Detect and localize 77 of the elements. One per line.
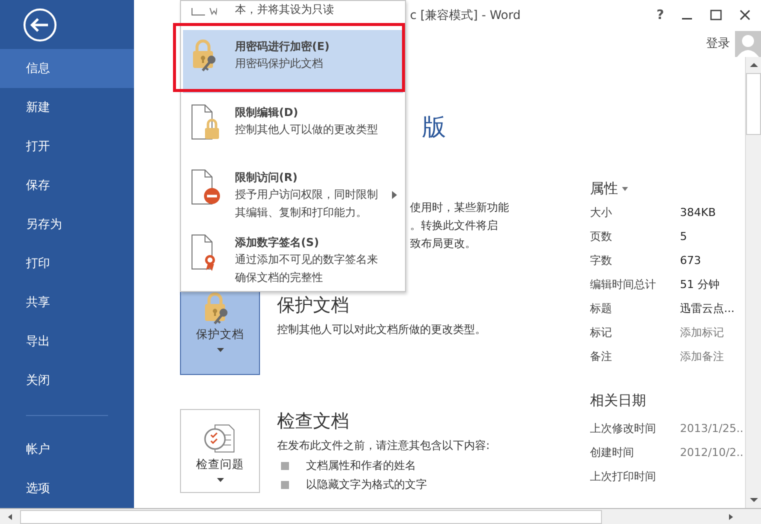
section-title: 保护文档 <box>277 294 350 317</box>
scroll-up-icon <box>748 61 758 69</box>
property-label: 标记 <box>590 324 613 340</box>
vertical-scrollbar[interactable] <box>745 57 761 508</box>
property-value: 384KB <box>680 206 716 218</box>
bullet-icon <box>281 480 289 488</box>
property-input[interactable]: 添加备注 <box>680 348 724 364</box>
property-label: 上次修改时间 <box>590 420 657 436</box>
menu-item-description: 授予用户访问权限，同时限制 <box>235 187 378 203</box>
sign-in-link[interactable]: 登录 <box>706 35 730 52</box>
sidebar-item[interactable]: 帐户 <box>0 430 134 469</box>
property-label: 备注 <box>590 348 613 364</box>
property-label: 上次打印时间 <box>590 468 657 484</box>
sidebar-item[interactable]: 另存为 <box>0 205 134 244</box>
property-input[interactable]: 添加标记 <box>680 324 724 340</box>
sidebar-item[interactable]: 导出 <box>0 322 134 362</box>
description-text: 致布局更改。 <box>410 236 477 252</box>
dropdown-caret-icon <box>216 348 224 352</box>
property-value: 51 分钟 <box>680 276 720 292</box>
property-label: 页数 <box>590 228 613 244</box>
sidebar-item[interactable]: 信息 <box>0 49 134 88</box>
sidebar-item[interactable]: 保存 <box>0 166 134 206</box>
property-label: 字数 <box>590 252 613 268</box>
properties-heading[interactable]: 属性 <box>590 180 618 198</box>
property-value: 迅雷云点... <box>680 300 734 316</box>
property-value: 5 <box>680 230 687 242</box>
bullet-text: 文档属性和作者的姓名 <box>306 458 416 473</box>
menu-item[interactable]: 用密码进行加密(E) 用密码保护此文档 <box>183 30 403 93</box>
document-lock-icon <box>191 104 221 140</box>
property-label: 大小 <box>590 204 613 220</box>
menu-item[interactable]: 本，并将其设为只读 <box>181 1 405 27</box>
sidebar-item[interactable]: 打印 <box>0 244 134 284</box>
sidebar-item[interactable]: 打开 <box>0 127 134 166</box>
property-label: 创建时间 <box>590 444 635 460</box>
sidebar-item[interactable]: 共享 <box>0 283 134 322</box>
section-description: 控制其他人可以对此文档所做的更改类型。 <box>277 322 487 338</box>
page-heading: 版 <box>422 112 447 143</box>
scrollbar-thumb[interactable] <box>746 73 761 135</box>
window-title: c [兼容模式] - Word <box>410 6 521 24</box>
help-button[interactable]: ? <box>656 8 664 22</box>
description-text: 。转换此文件将启 <box>410 218 499 234</box>
property-label: 编辑时间总计 <box>590 276 657 292</box>
menu-item[interactable]: 限制编辑(D) 控制其他人可以做的更改类型 <box>181 96 405 161</box>
horizontal-scrollbar[interactable] <box>0 508 761 524</box>
section-heading: 相关日期 <box>590 392 647 411</box>
check-issues-button[interactable]: 检查问题 <box>180 409 260 493</box>
section-title: 检查文档 <box>277 410 350 433</box>
back-icon[interactable] <box>23 8 57 42</box>
bullet-text: 以隐藏文字为格式的文字 <box>306 477 427 492</box>
document-blocked-icon <box>191 169 221 205</box>
menu-item-description: 用密码保护此文档 <box>235 56 324 72</box>
menu-item-description: 本，并将其设为只读 <box>235 2 334 18</box>
menu-item-title: 用密码进行加密(E) <box>235 39 330 55</box>
sidebar-item[interactable]: 关闭 <box>0 361 134 400</box>
property-value: 673 <box>680 254 701 266</box>
section-description: 在发布此文件之前，请注意其包含以下内容: <box>277 438 491 454</box>
maximize-icon[interactable] <box>710 9 722 21</box>
dropdown-caret-icon <box>216 478 224 482</box>
sidebar-item[interactable]: 选项 <box>0 469 134 508</box>
description-text: 使用时，某些新功能 <box>410 200 510 216</box>
menu-item[interactable]: 限制访问(R) 授予用户访问权限，同时限制 其编辑、复制和打印能力。 <box>181 161 405 226</box>
property-value: 2012/10/2.. <box>680 446 744 458</box>
bullet-icon <box>281 462 289 470</box>
menu-item-title: 限制编辑(D) <box>235 105 300 121</box>
menu-item-description: 控制其他人可以做的更改类型 <box>235 122 378 138</box>
menu-item-description: 其编辑、复制和打印能力。 <box>235 205 368 221</box>
menu-item-description: 通过添加不可见的数字签名来 <box>235 252 378 268</box>
dropdown-caret-icon <box>622 187 628 191</box>
property-value: 2013/1/25.. <box>680 422 744 434</box>
scroll-down-icon <box>748 496 758 504</box>
menu-item-title: 限制访问(R) <box>235 170 299 186</box>
ribbon-icon <box>191 8 217 16</box>
sidebar-item[interactable]: 新建 <box>0 88 134 128</box>
property-label: 标题 <box>590 300 613 316</box>
menu-item-title: 添加数字签名(S) <box>235 235 320 251</box>
scrollbar-thumb[interactable] <box>20 510 602 524</box>
close-icon[interactable] <box>739 9 751 21</box>
